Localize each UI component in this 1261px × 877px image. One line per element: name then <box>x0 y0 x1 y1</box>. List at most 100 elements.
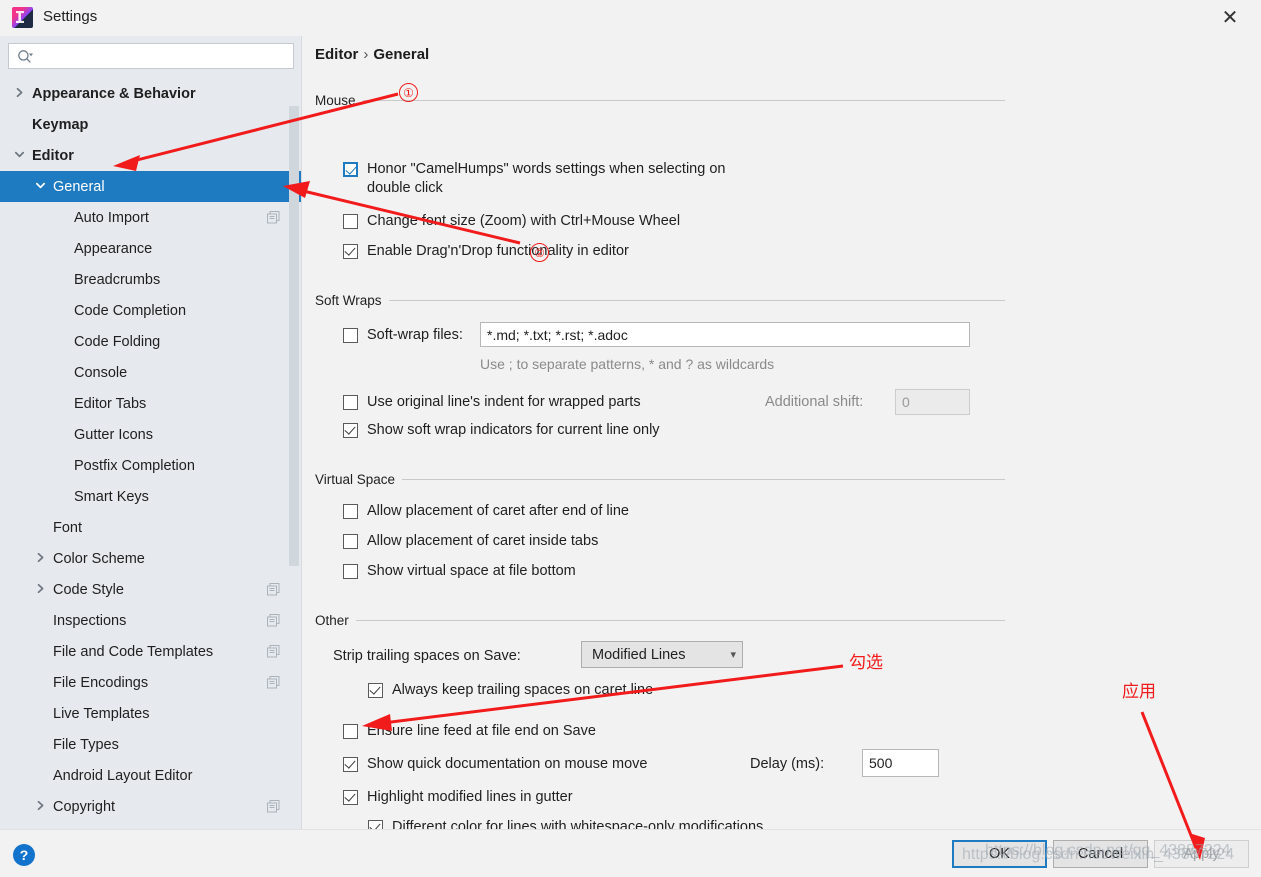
checkbox-softwrap-files[interactable]: Soft-wrap files: <box>343 326 463 345</box>
additional-shift-input[interactable] <box>895 389 970 415</box>
checkbox-highlight-modified-lines[interactable]: Highlight modified lines in gutter <box>343 788 573 807</box>
sidebar-item-copyright[interactable]: Copyright <box>0 791 301 822</box>
checkbox-label: Ensure line feed at file end on Save <box>367 723 596 739</box>
sidebar-item-label: Android Layout Editor <box>53 767 193 784</box>
checkbox-caret-inside-tabs[interactable]: Allow placement of caret inside tabs <box>343 532 598 551</box>
close-icon[interactable]: ✕ <box>1213 4 1247 32</box>
intellij-idea-icon <box>12 7 33 28</box>
checkbox-label: Allow placement of caret inside tabs <box>367 533 599 549</box>
sidebar-item-appearance[interactable]: Appearance <box>0 233 301 264</box>
sidebar-item-label: Console <box>74 364 128 381</box>
checkbox-box[interactable] <box>343 244 358 259</box>
sidebar-item-label: General <box>53 178 105 195</box>
sidebar-item-general[interactable]: General <box>0 171 301 202</box>
checkbox-box[interactable] <box>343 162 358 177</box>
chevron-right-icon[interactable] <box>35 800 49 814</box>
checkbox-label: Soft-wrap files: <box>367 327 463 343</box>
chevron-down-icon[interactable] <box>14 149 28 163</box>
search-box[interactable] <box>8 43 294 69</box>
section-soft-wraps: Soft Wraps <box>315 292 1005 308</box>
checkbox-box[interactable] <box>368 820 383 829</box>
sidebar-item-label: Auto Import <box>74 209 149 226</box>
checkbox-virtual-space-bottom[interactable]: Show virtual space at file bottom <box>343 562 576 581</box>
chevron-right-icon[interactable] <box>35 583 49 597</box>
cancel-button[interactable]: Cancel <box>1053 840 1148 868</box>
checkbox-box[interactable] <box>343 328 358 343</box>
checkbox-box[interactable] <box>343 724 358 739</box>
sidebar-item-file-types[interactable]: File Types <box>0 729 301 760</box>
ok-button[interactable]: OK <box>952 840 1047 868</box>
divider <box>355 619 1005 621</box>
checkbox-box[interactable] <box>343 423 358 438</box>
checkbox-box[interactable] <box>343 790 358 805</box>
sidebar-item-label: Postfix Completion <box>74 457 195 474</box>
copy-settings-icon <box>267 614 280 627</box>
section-virtual-space-header: Virtual Space <box>315 471 1005 487</box>
sidebar-item-code-folding[interactable]: Code Folding <box>0 326 301 357</box>
checkbox-quick-documentation[interactable]: Show quick documentation on mouse move <box>343 755 648 774</box>
additional-shift-label: Additional shift: <box>765 394 864 410</box>
checkbox-box[interactable] <box>343 214 358 229</box>
checkbox-always-keep-trailing[interactable]: Always keep trailing spaces on caret lin… <box>368 681 653 700</box>
sidebar-item-gutter-icons[interactable]: Gutter Icons <box>0 419 301 450</box>
sidebar-scrollbar[interactable] <box>289 106 299 566</box>
checkbox-ensure-line-feed[interactable]: Ensure line feed at file end on Save <box>343 722 596 741</box>
search-input[interactable] <box>39 46 289 67</box>
sidebar-item-color-scheme[interactable]: Color Scheme <box>0 543 301 574</box>
chevron-right-icon[interactable] <box>14 87 28 101</box>
sidebar-item-label: Code Folding <box>74 333 161 350</box>
sidebar-item-editor-tabs[interactable]: Editor Tabs <box>0 388 301 419</box>
section-virtual-space-title: Virtual Space <box>315 471 396 487</box>
sidebar-item-label: Inspections <box>53 612 127 629</box>
checkbox-label: Allow placement of caret after end of li… <box>367 503 629 519</box>
checkbox-enable-dragndrop[interactable]: Enable Drag'n'Drop functionality in edit… <box>343 242 629 261</box>
sidebar-item-inspections[interactable]: Inspections <box>0 605 301 636</box>
divider <box>402 478 1005 480</box>
checkbox-caret-after-eol[interactable]: Allow placement of caret after end of li… <box>343 502 629 521</box>
checkbox-box[interactable] <box>343 757 358 772</box>
checkbox-box[interactable] <box>368 683 383 698</box>
delay-input[interactable] <box>862 749 939 777</box>
sidebar-item-console[interactable]: Console <box>0 357 301 388</box>
checkbox-show-softwrap-indicators[interactable]: Show soft wrap indicators for current li… <box>343 421 660 440</box>
sidebar-item-code-completion[interactable]: Code Completion <box>0 295 301 326</box>
sidebar-item-editor[interactable]: Editor <box>0 140 301 171</box>
section-mouse-title: Mouse <box>315 92 356 108</box>
softwrap-files-input[interactable] <box>480 322 970 347</box>
softwrap-files-hint: Use ; to separate patterns, * and ? as w… <box>480 356 775 372</box>
sidebar-item-breadcrumbs[interactable]: Breadcrumbs <box>0 264 301 295</box>
breadcrumb-root[interactable]: Editor <box>315 46 358 63</box>
sidebar-item-keymap[interactable]: Keymap <box>0 109 301 140</box>
sidebar-item-file-encodings[interactable]: File Encodings <box>0 667 301 698</box>
checkbox-use-original-indent[interactable]: Use original line's indent for wrapped p… <box>343 393 641 412</box>
strip-trailing-select[interactable]: Modified Lines ▾ <box>581 641 743 668</box>
copy-settings-icon <box>267 676 280 689</box>
divider <box>362 99 1005 101</box>
checkbox-change-font-size[interactable]: Change font size (Zoom) with Ctrl+Mouse … <box>343 212 680 231</box>
annotation-note-apply: 应用 <box>1122 682 1156 701</box>
sidebar-item-code-style[interactable]: Code Style <box>0 574 301 605</box>
sidebar-item-file-and-code-templates[interactable]: File and Code Templates <box>0 636 301 667</box>
breadcrumb-separator: › <box>363 46 369 63</box>
checkbox-box[interactable] <box>343 504 358 519</box>
sidebar-item-postfix-completion[interactable]: Postfix Completion <box>0 450 301 481</box>
section-other-header: Other <box>315 612 1005 628</box>
sidebar-item-live-templates[interactable]: Live Templates <box>0 698 301 729</box>
sidebar-item-font[interactable]: Font <box>0 512 301 543</box>
section-other: Other <box>315 612 1005 628</box>
checkbox-box[interactable] <box>343 534 358 549</box>
help-button[interactable]: ? <box>13 844 35 866</box>
checkbox-box[interactable] <box>343 564 358 579</box>
checkbox-different-color-whitespace[interactable]: Different color for lines with whitespac… <box>368 818 763 829</box>
checkbox-box[interactable] <box>343 395 358 410</box>
sidebar-item-android-layout-editor[interactable]: Android Layout Editor <box>0 760 301 791</box>
checkbox-honor-camelhumps[interactable]: Honor "CamelHumps" words settings when s… <box>343 160 983 198</box>
chevron-down-icon[interactable] <box>35 180 49 194</box>
sidebar-item-label: Copyright <box>53 798 116 815</box>
sidebar-item-auto-import[interactable]: Auto Import <box>0 202 301 233</box>
checkbox-label: Show virtual space at file bottom <box>367 563 576 579</box>
chevron-right-icon[interactable] <box>35 552 49 566</box>
sidebar-item-smart-keys[interactable]: Smart Keys <box>0 481 301 512</box>
sidebar-item-label: Editor Tabs <box>74 395 147 412</box>
sidebar-item-appearance-behavior[interactable]: Appearance & Behavior <box>0 78 301 109</box>
